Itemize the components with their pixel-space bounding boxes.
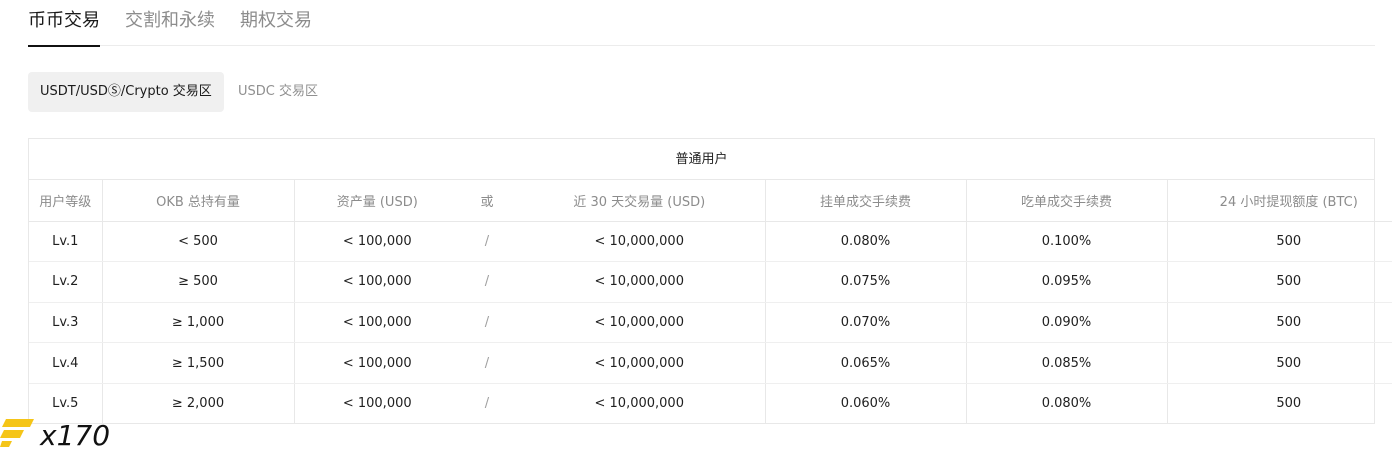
cell-maker-fee: 0.065% — [765, 342, 967, 384]
cell-separator: / — [460, 342, 514, 384]
cell-maker-fee: 0.060% — [765, 383, 967, 424]
cell-asset: < 100,000 — [342, 396, 412, 412]
header-or: 或 — [460, 180, 514, 222]
cell-volume: < 10,000,000 — [514, 221, 766, 263]
tab-spot-trading[interactable]: 币币交易 — [28, 6, 100, 47]
watermark-text: x170 — [39, 419, 110, 451]
header-30d-volume: 近 30 天交易量 (USD) — [514, 180, 766, 222]
trade-type-tabs: 币币交易 交割和永续 期权交易 — [28, 0, 1375, 47]
cell-maker-fee: 0.080% — [765, 221, 967, 263]
cell-withdraw-limit: 500 — [1167, 221, 1392, 263]
cell-taker-fee: 0.100% — [966, 221, 1168, 263]
cell-maker-fee: 0.070% — [765, 302, 967, 344]
cell-okb: ≥ 1,500 — [102, 342, 295, 384]
subtab-usdc[interactable]: USDC 交易区 — [238, 72, 318, 112]
cell-separator: / — [484, 396, 490, 412]
cell-volume: < 10,000,000 — [514, 261, 766, 303]
cell-taker-fee: 0.090% — [966, 302, 1168, 344]
cell-separator: / — [460, 261, 514, 303]
subtab-usdt-usd-crypto[interactable]: USDT/USDⓈ/Crypto 交易区 — [28, 72, 224, 112]
cell-okb: ≥ 1,000 — [102, 302, 295, 344]
cell-separator: / — [460, 221, 514, 263]
cell-okb: < 500 — [102, 221, 295, 263]
table-row: Lv.1 < 500 < 100,000 / < 10,000,000 0.08… — [29, 221, 1392, 263]
cell-level: Lv.3 — [29, 302, 103, 344]
cell-level: Lv.2 — [29, 261, 103, 303]
table-row: Lv.5 ≥ 2,000 < 100,000 / < 10,000,000 0.… — [29, 383, 1392, 424]
cell-asset: < 100,000 — [294, 221, 460, 263]
cell-volume: < 10,000,000 — [514, 383, 766, 424]
cell-okb: ≥ 2,000 — [102, 383, 295, 424]
cell-taker-fee: 0.080% — [966, 383, 1168, 424]
cell-taker-fee: 0.085% — [966, 342, 1168, 384]
tab-futures-perpetual[interactable]: 交割和永续 — [125, 6, 215, 46]
cell-withdraw-limit: 500 — [1167, 261, 1392, 303]
header-okb-holdings: OKB 总持有量 — [102, 180, 295, 222]
table-row: Lv.2 ≥ 500 < 100,000 / < 10,000,000 0.07… — [29, 261, 1392, 303]
header-24h-withdrawal-limit: 24 小时提现额度 (BTC) — [1167, 180, 1392, 222]
cell-level: Lv.4 — [29, 342, 103, 384]
tab-options-trading[interactable]: 期权交易 — [240, 6, 312, 46]
cell-asset: < 100,000 — [294, 261, 460, 303]
table-row: Lv.3 ≥ 1,000 < 100,000 / < 10,000,000 0.… — [29, 302, 1392, 344]
fee-table-card: 普通用户 用户等级 OKB 总持有量 资产量 (USD) 或 近 30 天交易量… — [28, 138, 1392, 424]
header-level: 用户等级 — [29, 180, 103, 222]
header-taker-fee: 吃单成交手续费 — [966, 180, 1168, 222]
cell-withdraw-limit: 500 — [1276, 396, 1302, 412]
cell-level: Lv.1 — [29, 221, 103, 263]
table-header-row: 用户等级 OKB 总持有量 资产量 (USD) 或 近 30 天交易量 (USD… — [29, 180, 1392, 222]
x170-logo-icon: x170 — [0, 419, 110, 451]
cell-taker-fee: 0.095% — [966, 261, 1168, 303]
table-title: 普通用户 — [29, 139, 1374, 180]
cell-volume: < 10,000,000 — [514, 302, 766, 344]
header-asset-amount: 资产量 (USD) — [294, 180, 460, 222]
cell-asset: < 100,000 — [294, 302, 460, 344]
fee-table: 用户等级 OKB 总持有量 资产量 (USD) 或 近 30 天交易量 (USD… — [29, 180, 1392, 424]
cell-asset: < 100,000 — [294, 342, 460, 384]
table-row: Lv.4 ≥ 1,500 < 100,000 / < 10,000,000 0.… — [29, 342, 1392, 384]
cell-okb: ≥ 500 — [102, 261, 295, 303]
cell-volume: < 10,000,000 — [514, 342, 766, 384]
cell-withdraw-limit: 500 — [1167, 342, 1392, 384]
cell-withdraw-limit: 500 — [1167, 302, 1392, 344]
header-maker-fee: 挂单成交手续费 — [765, 180, 967, 222]
cell-separator: / — [460, 302, 514, 344]
watermark-logo: x170 — [0, 413, 120, 451]
cell-maker-fee: 0.075% — [765, 261, 967, 303]
